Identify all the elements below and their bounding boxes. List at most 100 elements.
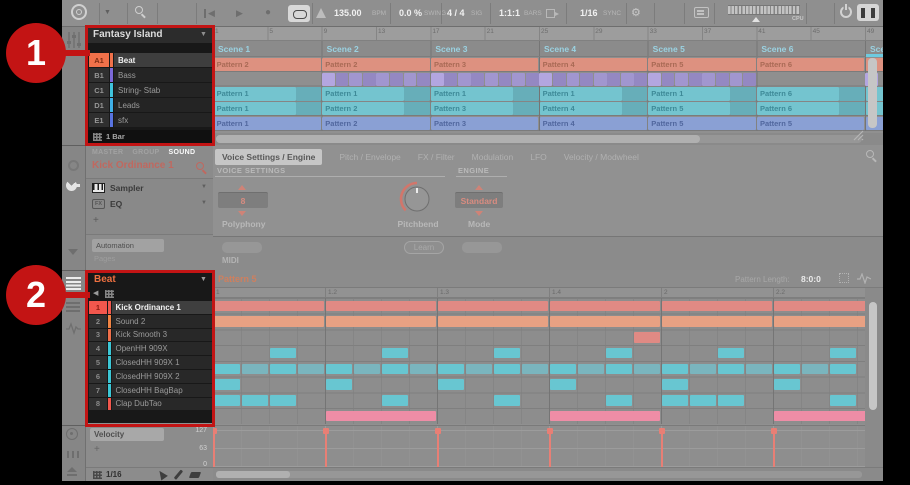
note-event[interactable]	[522, 364, 548, 374]
chevron-down-icon[interactable]: ▼	[201, 200, 207, 206]
dotted-tool-icon[interactable]	[839, 273, 849, 283]
scene-header[interactable]: Scene 6	[761, 44, 793, 54]
note-event[interactable]	[718, 364, 744, 374]
velocity-stem-cap[interactable]	[435, 428, 441, 434]
arranger-clip[interactable]: Pattern 4	[540, 102, 622, 115]
arranger-pattern-cell[interactable]	[675, 73, 688, 86]
resize-handle-icon[interactable]	[850, 129, 864, 141]
velocity-stem[interactable]	[661, 431, 663, 467]
arranger-clip[interactable]: Pattern 1	[214, 117, 322, 130]
note-event[interactable]	[326, 316, 436, 326]
note-event[interactable]	[774, 364, 800, 374]
arranger-clip-tail[interactable]	[730, 102, 756, 115]
sound-name-label[interactable]: Kick Ordinance 1	[92, 160, 174, 171]
arranger-clip[interactable]: Pattern 5	[648, 117, 756, 130]
plugin-icon[interactable]	[66, 180, 77, 191]
velocity-stem[interactable]	[773, 431, 775, 467]
note-event[interactable]	[214, 379, 240, 389]
arranger-pattern-cell[interactable]	[349, 73, 362, 86]
power-icon[interactable]	[840, 6, 852, 18]
arranger-pattern-cell[interactable]	[458, 73, 471, 86]
note-event[interactable]	[382, 348, 408, 358]
velocity-stem[interactable]	[437, 431, 439, 467]
arranger-pattern-cell[interactable]	[648, 73, 661, 86]
arranger-pattern-cell[interactable]	[322, 73, 335, 86]
arranger-pattern-cell[interactable]	[621, 73, 634, 86]
mixer-icon[interactable]	[66, 31, 82, 49]
note-event[interactable]	[438, 364, 464, 374]
plugin-tab-bar[interactable]: Voice Settings / EnginePitch / EnvelopeF…	[215, 147, 865, 167]
arranger-clip-tail[interactable]	[622, 102, 648, 115]
scene-header[interactable]: Scene 7	[870, 44, 883, 54]
arranger-pattern-cell[interactable]	[634, 73, 647, 86]
arranger-clip[interactable]: Pattern 2	[322, 117, 430, 130]
arranger-pattern-cell[interactable]	[404, 73, 417, 86]
note-event[interactable]	[326, 301, 436, 311]
plugin-tab[interactable]: Pitch / Envelope	[339, 152, 400, 162]
grid-icon[interactable]	[93, 471, 102, 479]
arranger-pattern-cell[interactable]	[471, 73, 484, 86]
plugin-tab[interactable]: Velocity / Modwheel	[564, 152, 639, 162]
arranger-pattern-cell[interactable]	[336, 73, 349, 86]
arranger-pattern-cell[interactable]	[526, 73, 539, 86]
arranger-clip[interactable]: Pattern 5	[757, 117, 865, 130]
note-event[interactable]	[606, 395, 632, 405]
pad-mode-icon[interactable]	[66, 428, 78, 440]
plugin-tab[interactable]: LFO	[530, 152, 547, 162]
editor-hscrollbar[interactable]	[213, 467, 883, 481]
velocity-stem[interactable]	[213, 431, 215, 467]
arranger-clip[interactable]: Pattern 3	[431, 58, 539, 71]
arranger-clip[interactable]: Pattern 5	[648, 58, 756, 71]
arranger-clip-tail[interactable]	[839, 87, 865, 100]
pattern-length-value[interactable]: 8:0:0	[801, 274, 821, 284]
arranger-pattern-cell[interactable]	[444, 73, 457, 86]
pitchbend-knob[interactable]	[399, 180, 435, 216]
arranger-vscrollbar[interactable]	[868, 58, 877, 128]
note-event[interactable]	[270, 348, 296, 358]
note-event[interactable]	[690, 395, 716, 405]
note-event[interactable]	[382, 364, 408, 374]
arranger-clip-area[interactable]: Pattern 2Pattern 2Pattern 3Pattern 4Patt…	[213, 57, 883, 131]
note-event[interactable]	[214, 395, 240, 405]
note-event[interactable]	[494, 395, 520, 405]
arranger-clip[interactable]: Pattern 2	[322, 58, 430, 71]
note-event[interactable]	[746, 364, 772, 374]
panel-search-icon[interactable]	[866, 150, 874, 158]
arranger-clip-tail[interactable]	[404, 102, 430, 115]
note-event[interactable]	[326, 379, 352, 389]
arranger-pattern-cell[interactable]	[539, 73, 552, 86]
plugin-tab[interactable]: FX / Filter	[418, 152, 455, 162]
arranger-clip[interactable]: Pattern 4	[540, 58, 648, 71]
arranger-clip[interactable]: Pattern 3	[431, 117, 539, 130]
note-event[interactable]	[326, 364, 352, 374]
note-event[interactable]	[298, 364, 324, 374]
search-icon[interactable]	[135, 6, 143, 14]
midi-assign-slot[interactable]	[462, 242, 502, 253]
scrollbar-handle[interactable]	[216, 135, 700, 143]
note-event[interactable]	[830, 364, 856, 374]
arranger-clip[interactable]: Pattern 1	[322, 87, 404, 100]
note-event[interactable]	[242, 364, 268, 374]
velocity-tab[interactable]: Velocity	[90, 428, 164, 441]
note-event[interactable]	[774, 411, 865, 421]
arranger-clip-tail[interactable]	[622, 87, 648, 100]
note-event[interactable]	[662, 301, 772, 311]
polyphony-down-icon[interactable]	[238, 211, 246, 216]
note-event[interactable]	[438, 379, 464, 389]
automation-tab[interactable]: Automation	[92, 239, 164, 252]
arranger-pattern-cell[interactable]	[730, 73, 743, 86]
bpm-value[interactable]: 135.00	[334, 8, 362, 18]
arranger-pattern-cell[interactable]	[743, 73, 756, 86]
arranger-pattern-cell[interactable]	[716, 73, 729, 86]
scene-header[interactable]: Scene 3	[435, 44, 467, 54]
note-grid[interactable]	[213, 298, 865, 424]
note-event[interactable]	[438, 301, 548, 311]
eject-icon[interactable]	[67, 467, 77, 476]
arranger-clip[interactable]: Pattern 1	[214, 102, 296, 115]
arranger-pattern-cell[interactable]	[702, 73, 715, 86]
play-icon[interactable]: ▶	[236, 8, 243, 19]
note-event[interactable]	[382, 395, 408, 405]
note-event[interactable]	[662, 395, 688, 405]
note-event[interactable]	[550, 379, 576, 389]
note-event[interactable]	[830, 348, 856, 358]
